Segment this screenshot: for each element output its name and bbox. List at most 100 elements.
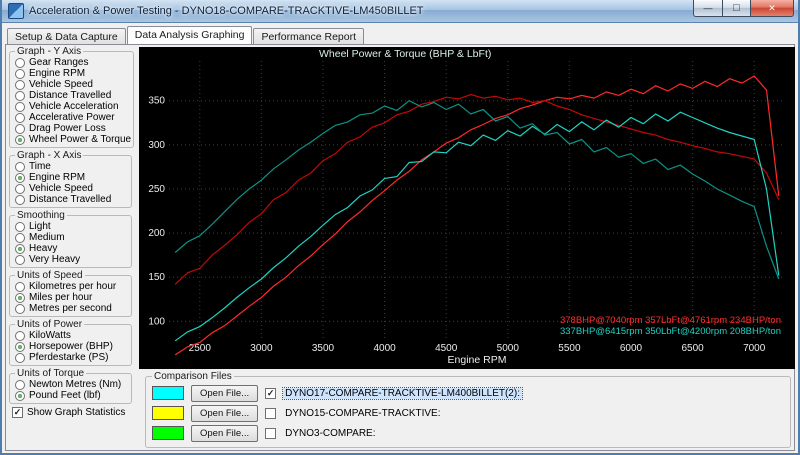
radio-ms[interactable]: Metres per second (15, 303, 129, 314)
radio-icon (15, 352, 25, 363)
radio-label: Time (29, 161, 51, 172)
comparison-row: Open File... DYNO3-COMPARE: (152, 423, 786, 443)
radio-vehicle-speed-x[interactable]: Vehicle Speed (15, 183, 129, 194)
svg-text:6000: 6000 (620, 343, 643, 354)
radio-label: Miles per hour (29, 292, 93, 303)
tab-setup-data-capture[interactable]: Setup & Data Capture (7, 28, 126, 45)
radio-icon (15, 79, 25, 90)
open-file-button-1[interactable]: Open File... (191, 384, 259, 402)
radio-icon-selected (15, 134, 25, 145)
radio-label: Drag Power Loss (29, 123, 106, 134)
show-graph-statistics-checkbox[interactable]: Show Graph Statistics (12, 406, 135, 419)
radio-smoothing-medium[interactable]: Medium (15, 232, 129, 243)
file-label[interactable]: DYNO17-COMPARE-TRACKTIVE-LM400BILLET(2): (282, 386, 523, 400)
svg-text:350: 350 (148, 96, 165, 107)
radio-icon (15, 112, 25, 123)
radio-label: KiloWatts (29, 330, 71, 341)
radio-label: Accelerative Power (29, 112, 115, 123)
radio-icon-selected (15, 292, 25, 303)
group-units-speed: Units of Speed Kilometres per hour Miles… (9, 270, 132, 317)
radio-icon-selected (15, 172, 25, 183)
file-checkbox-unchecked[interactable] (265, 427, 277, 439)
svg-text:3500: 3500 (312, 343, 335, 354)
radio-label: Horsepower (BHP) (29, 341, 113, 352)
radio-label: Wheel Power & Torque (29, 134, 132, 145)
radio-gear-ranges[interactable]: Gear Ranges (15, 57, 131, 68)
group-units-speed-title: Units of Speed (17, 270, 83, 281)
titlebar: Acceleration & Power Testing - DYNO18-CO… (2, 0, 798, 23)
svg-text:Engine RPM: Engine RPM (448, 354, 507, 366)
comparison-row: Open File... DYNO15-COMPARE-TRACKTIVE: (152, 403, 786, 423)
svg-text:5000: 5000 (497, 343, 520, 354)
checkbox-label: Show Graph Statistics (27, 407, 126, 418)
radio-smoothing-heavy[interactable]: Heavy (15, 243, 129, 254)
file-label[interactable]: DYNO15-COMPARE-TRACKTIVE: (283, 408, 442, 419)
radio-kmh[interactable]: Kilometres per hour (15, 281, 129, 292)
radio-icon-selected (15, 390, 25, 401)
radio-icon (15, 57, 25, 68)
open-file-button-2[interactable]: Open File... (191, 404, 259, 422)
file-color-swatch-yellow (152, 406, 184, 420)
radio-smoothing-very-heavy[interactable]: Very Heavy (15, 254, 129, 265)
radio-accelerative-power[interactable]: Accelerative Power (15, 112, 131, 123)
tab-performance-report[interactable]: Performance Report (253, 28, 365, 45)
tab-data-analysis-graphing[interactable]: Data Analysis Graphing (126, 26, 253, 44)
radio-smoothing-light[interactable]: Light (15, 221, 129, 232)
radio-newton-metres[interactable]: Newton Metres (Nm) (15, 379, 129, 390)
radio-distance-travelled-x[interactable]: Distance Travelled (15, 194, 129, 205)
window-title: Acceleration & Power Testing - DYNO18-CO… (29, 5, 424, 17)
svg-text:150: 150 (148, 272, 165, 283)
radio-icon-selected (15, 243, 25, 254)
file-checkbox-checked[interactable] (265, 387, 277, 399)
radio-icon (15, 330, 25, 341)
radio-label: Gear Ranges (29, 57, 89, 68)
svg-text:4000: 4000 (373, 343, 396, 354)
radio-time[interactable]: Time (15, 161, 129, 172)
file-label[interactable]: DYNO3-COMPARE: (283, 428, 377, 439)
checkbox-icon-checked (12, 407, 23, 418)
radio-label: Medium (29, 232, 65, 243)
file-checkbox-unchecked[interactable] (265, 407, 277, 419)
radio-label: Newton Metres (Nm) (29, 379, 122, 390)
radio-label: Vehicle Acceleration (29, 101, 119, 112)
tab-page: Graph - Y Axis Gear Ranges Engine RPM Ve… (5, 44, 795, 451)
radio-pound-feet[interactable]: Pound Feet (lbf) (15, 390, 129, 401)
radio-vehicle-acceleration[interactable]: Vehicle Acceleration (15, 101, 131, 112)
radio-engine-rpm-x[interactable]: Engine RPM (15, 172, 129, 183)
open-file-button-3[interactable]: Open File... (191, 424, 259, 442)
comparison-row: Open File... DYNO17-COMPARE-TRACKTIVE-LM… (152, 383, 786, 403)
main-area: 2500 3000 3500 4000 4500 5000 5500 6000 6500 7000… (135, 45, 795, 450)
window-controls (693, 0, 794, 17)
radio-kilowatts[interactable]: KiloWatts (15, 330, 129, 341)
radio-label: Heavy (29, 243, 58, 254)
radio-icon (15, 254, 25, 265)
group-x-axis: Graph - X Axis Time Engine RPM Vehicle S… (9, 150, 132, 208)
file-color-swatch-green (152, 426, 184, 440)
minimize-button[interactable] (693, 0, 723, 17)
radio-horsepower[interactable]: Horsepower (BHP) (15, 341, 129, 352)
group-units-torque: Units of Torque Newton Metres (Nm) Pound… (9, 368, 132, 404)
svg-text:200: 200 (148, 228, 165, 239)
app-window: Acceleration & Power Testing - DYNO18-CO… (0, 0, 800, 455)
tab-strip: Setup & Data Capture Data Analysis Graph… (5, 26, 795, 45)
radio-label: Pferdestarke (PS) (29, 352, 109, 363)
radio-wheel-power-torque[interactable]: Wheel Power & Torque (15, 134, 131, 145)
radio-distance-travelled-y[interactable]: Distance Travelled (15, 90, 131, 101)
maximize-button[interactable] (723, 0, 750, 17)
radio-label: Metres per second (29, 303, 112, 314)
radio-engine-rpm-y[interactable]: Engine RPM (15, 68, 131, 79)
radio-icon (15, 68, 25, 79)
group-y-axis: Graph - Y Axis Gear Ranges Engine RPM Ve… (9, 46, 135, 148)
comparison-files-title: Comparison Files (154, 371, 232, 382)
radio-icon (15, 90, 25, 101)
radio-pferdestarke[interactable]: Pferdestarke (PS) (15, 352, 129, 363)
file-color-swatch-cyan (152, 386, 184, 400)
radio-icon (15, 194, 25, 205)
radio-drag-power-loss[interactable]: Drag Power Loss (15, 123, 131, 134)
radio-vehicle-speed-y[interactable]: Vehicle Speed (15, 79, 131, 90)
radio-mph[interactable]: Miles per hour (15, 292, 129, 303)
radio-label: Engine RPM (29, 68, 86, 79)
close-button[interactable] (750, 0, 794, 17)
group-smoothing: Smoothing Light Medium Heavy Very Heavy (9, 210, 132, 268)
radio-icon (15, 123, 25, 134)
